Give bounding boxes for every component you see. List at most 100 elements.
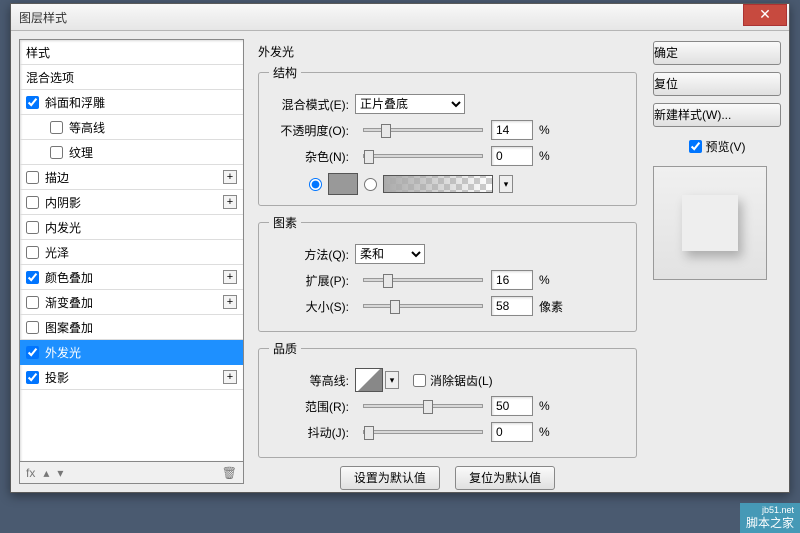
opacity-label: 不透明度(O): bbox=[269, 122, 349, 139]
dialog-body: 样式 混合选项 斜面和浮雕等高线纹理描边+ 内阴影 + 内发光光泽颜色叠加 + 渐变叠加 +… bbox=[11, 31, 789, 492]
style-item-checkbox[interactable] bbox=[50, 146, 63, 159]
technique-label: 方法(Q): bbox=[269, 246, 349, 263]
style-item-label: 斜面和浮雕 bbox=[45, 94, 105, 111]
noise-input[interactable] bbox=[491, 146, 533, 166]
style-item-label: 纹理 bbox=[69, 144, 93, 161]
antialias-checkbox[interactable] bbox=[413, 374, 426, 387]
quality-legend: 品质 bbox=[269, 340, 301, 357]
style-item-2[interactable]: 纹理 bbox=[20, 140, 243, 165]
up-arrow-icon[interactable]: ▴ bbox=[43, 466, 49, 480]
size-input[interactable] bbox=[491, 296, 533, 316]
size-slider[interactable] bbox=[363, 304, 483, 308]
range-input[interactable] bbox=[491, 396, 533, 416]
styles-header[interactable]: 样式 bbox=[20, 40, 243, 65]
close-button[interactable]: ✕ bbox=[743, 4, 787, 26]
preview-label: 预览(V) bbox=[706, 138, 746, 155]
style-item-6[interactable]: 光泽 bbox=[20, 240, 243, 265]
style-item-label: 投影 bbox=[45, 369, 69, 386]
elements-legend: 图素 bbox=[269, 214, 301, 231]
style-item-checkbox[interactable] bbox=[26, 371, 39, 384]
preview-checkbox[interactable] bbox=[689, 140, 702, 153]
style-item-0[interactable]: 斜面和浮雕 bbox=[20, 90, 243, 115]
down-arrow-icon[interactable]: ▾ bbox=[57, 466, 63, 480]
reset-default-button[interactable]: 复位为默认值 bbox=[455, 466, 555, 490]
blend-mode-label: 混合模式(E): bbox=[269, 96, 349, 113]
quality-group: 品质 等高线: ▾ 消除锯齿(L) 范围(R): % 抖动(J): bbox=[258, 340, 637, 458]
blend-mode-select[interactable]: 正片叠底 bbox=[355, 94, 465, 114]
gradient-radio[interactable] bbox=[364, 178, 377, 191]
structure-legend: 结构 bbox=[269, 64, 301, 81]
style-item-checkbox[interactable] bbox=[26, 271, 39, 284]
noise-label: 杂色(N): bbox=[269, 148, 349, 165]
style-item-label: 图案叠加 bbox=[45, 319, 93, 336]
solid-color-radio[interactable] bbox=[309, 178, 322, 191]
style-item-7[interactable]: 颜色叠加 + bbox=[20, 265, 243, 290]
contour-label: 等高线: bbox=[269, 372, 349, 389]
style-item-label: 渐变叠加 bbox=[45, 294, 93, 311]
size-label: 大小(S): bbox=[269, 298, 349, 315]
add-effect-icon[interactable]: + bbox=[223, 370, 237, 384]
glow-color-swatch[interactable] bbox=[328, 173, 358, 195]
jitter-input[interactable] bbox=[491, 422, 533, 442]
spread-label: 扩展(P): bbox=[269, 272, 349, 289]
style-item-checkbox[interactable] bbox=[26, 221, 39, 234]
add-effect-icon[interactable]: + bbox=[223, 195, 237, 209]
new-style-button[interactable]: 新建样式(W)... bbox=[653, 103, 781, 127]
style-item-label: 等高线 bbox=[69, 119, 105, 136]
style-item-8[interactable]: 渐变叠加 + bbox=[20, 290, 243, 315]
settings-panel: 外发光 结构 混合模式(E): 正片叠底 不透明度(O): % 杂色(N): bbox=[254, 39, 643, 484]
style-list: 样式 混合选项 斜面和浮雕等高线纹理描边+ 内阴影 + 内发光光泽颜色叠加 + 渐变叠加 +… bbox=[19, 39, 244, 462]
style-item-4[interactable]: 内阴影 + bbox=[20, 190, 243, 215]
style-item-label: 颜色叠加 bbox=[45, 269, 93, 286]
range-slider[interactable] bbox=[363, 404, 483, 408]
style-item-label: 内发光 bbox=[45, 219, 81, 236]
contour-dropdown-icon[interactable]: ▾ bbox=[385, 371, 399, 389]
opacity-slider[interactable] bbox=[363, 128, 483, 132]
blending-options-header[interactable]: 混合选项 bbox=[20, 65, 243, 90]
add-effect-icon[interactable]: + bbox=[223, 270, 237, 284]
range-label: 范围(R): bbox=[269, 398, 349, 415]
panel-title: 外发光 bbox=[258, 43, 637, 60]
style-item-checkbox[interactable] bbox=[26, 296, 39, 309]
antialias-label: 消除锯齿(L) bbox=[430, 372, 493, 389]
watermark: jb51.net 脚本之家 bbox=[740, 503, 800, 533]
style-item-9[interactable]: 图案叠加 bbox=[20, 315, 243, 340]
gradient-dropdown-icon[interactable]: ▾ bbox=[499, 175, 513, 193]
contour-picker[interactable] bbox=[355, 368, 383, 392]
style-item-5[interactable]: 内发光 bbox=[20, 215, 243, 240]
style-item-checkbox[interactable] bbox=[26, 321, 39, 334]
spread-slider[interactable] bbox=[363, 278, 483, 282]
styles-panel: 样式 混合选项 斜面和浮雕等高线纹理描边+ 内阴影 + 内发光光泽颜色叠加 + 渐变叠加 +… bbox=[19, 39, 244, 484]
make-default-button[interactable]: 设置为默认值 bbox=[340, 466, 440, 490]
style-item-checkbox[interactable] bbox=[26, 96, 39, 109]
style-item-label: 内阴影 bbox=[45, 194, 81, 211]
style-item-label: 光泽 bbox=[45, 244, 69, 261]
style-item-checkbox[interactable] bbox=[50, 121, 63, 134]
technique-select[interactable]: 柔和 bbox=[355, 244, 425, 264]
jitter-label: 抖动(J): bbox=[269, 424, 349, 441]
jitter-slider[interactable] bbox=[363, 430, 483, 434]
cancel-button[interactable]: 复位 bbox=[653, 72, 781, 96]
ok-button[interactable]: 确定 bbox=[653, 41, 781, 65]
style-item-checkbox[interactable] bbox=[26, 346, 39, 359]
add-effect-icon[interactable]: + bbox=[223, 295, 237, 309]
trash-icon[interactable]: 🗑 bbox=[222, 466, 237, 480]
add-effect-icon[interactable]: + bbox=[223, 170, 237, 184]
fx-icon[interactable]: fx bbox=[26, 466, 35, 480]
style-item-10[interactable]: 外发光 bbox=[20, 340, 243, 365]
preview-box bbox=[653, 166, 767, 280]
style-item-checkbox[interactable] bbox=[26, 246, 39, 259]
spread-input[interactable] bbox=[491, 270, 533, 290]
preview-swatch bbox=[682, 195, 738, 251]
style-item-3[interactable]: 描边+ bbox=[20, 165, 243, 190]
style-item-11[interactable]: 投影 + bbox=[20, 365, 243, 390]
style-item-1[interactable]: 等高线 bbox=[20, 115, 243, 140]
opacity-input[interactable] bbox=[491, 120, 533, 140]
dialog-title: 图层样式 bbox=[19, 9, 67, 26]
style-item-checkbox[interactable] bbox=[26, 196, 39, 209]
noise-slider[interactable] bbox=[363, 154, 483, 158]
titlebar[interactable]: 图层样式 ✕ bbox=[11, 4, 789, 31]
glow-gradient-swatch[interactable] bbox=[383, 175, 493, 193]
style-item-checkbox[interactable] bbox=[26, 171, 39, 184]
style-list-footer: fx ▴ ▾ 🗑 bbox=[19, 462, 244, 484]
